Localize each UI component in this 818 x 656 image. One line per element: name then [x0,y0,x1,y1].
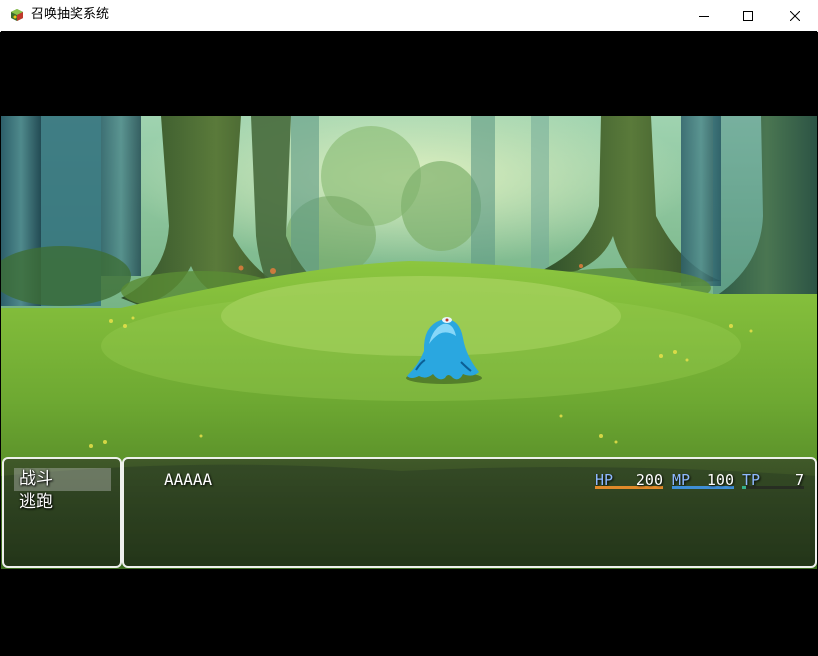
mp-value: 100 [706,471,734,489]
game-window: 召唤抽奖系统 战斗 逃跑 AAAAA HP 200 MP 100 TP 7 [0,0,818,656]
window-title: 召唤抽奖系统 [31,7,110,22]
command-escape[interactable]: 逃跑 [14,491,111,514]
hp-value: 200 [635,471,663,489]
tp-value: 7 [794,471,804,489]
title-bar: 召唤抽奖系统 [0,0,818,32]
game-screen[interactable]: 战斗 逃跑 AAAAA HP 200 MP 100 TP 7 [1,31,817,655]
close-button[interactable] [772,0,818,31]
close-icon [790,10,800,21]
game-app-icon [11,9,23,21]
minimize-icon [699,15,709,17]
actor-name[interactable]: AAAAA [164,469,212,491]
battle-status-window: AAAAA HP 200 MP 100 TP 7 [122,457,817,568]
maximize-icon [743,10,753,21]
maximize-button[interactable] [725,0,771,31]
command-fight[interactable]: 战斗 [14,468,111,491]
minimize-button[interactable] [681,0,727,31]
party-command-window: 战斗 逃跑 [2,457,122,568]
tp-gauge-fill [742,486,747,489]
